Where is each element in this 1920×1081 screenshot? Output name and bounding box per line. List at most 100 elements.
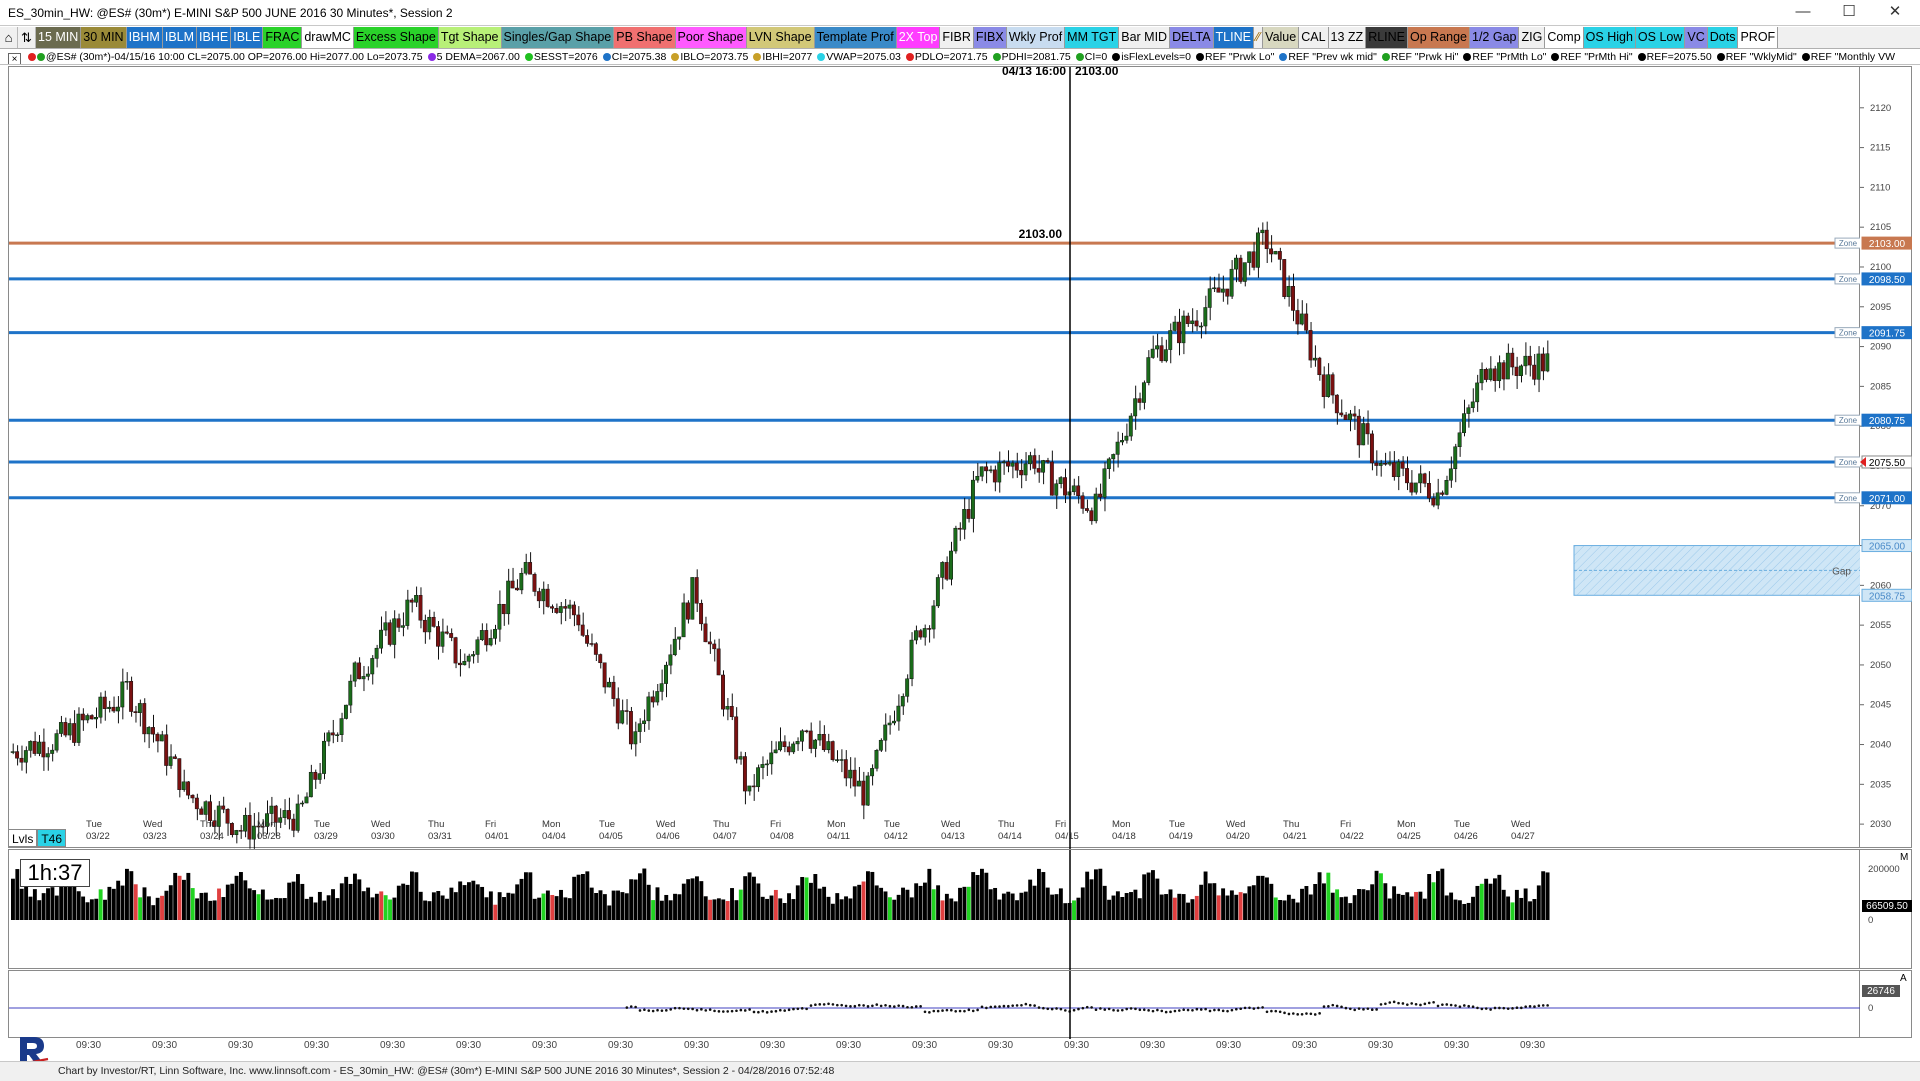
toolbar-button-15[interactable]: 2X Top (896, 27, 941, 48)
toolbar-button-24[interactable]: Value (1263, 27, 1300, 48)
toolbar-button-5[interactable]: IBLE (231, 27, 264, 48)
oscillator-dot (1103, 1008, 1107, 1011)
volume-bar (427, 901, 432, 920)
volume-bar (1251, 885, 1256, 920)
volume-bar (585, 871, 590, 920)
gap-zone (1573, 545, 1861, 596)
toolbar-button-2[interactable]: IBHM (126, 27, 163, 48)
volume-bar (1107, 899, 1112, 920)
crosshair-value-label: 2103.00 (1075, 67, 1119, 78)
oscillator-dot (1370, 1008, 1374, 1011)
oscillator-dot (1441, 1003, 1444, 1006)
volume-bar (1418, 891, 1423, 920)
close-button[interactable]: ✕ (1872, 0, 1918, 26)
toolbar-button-6[interactable]: FRAC (263, 27, 303, 48)
candle-body (1049, 461, 1054, 496)
lvls-button[interactable]: Lvls (8, 829, 38, 847)
candle-body (848, 769, 853, 779)
toolbar-button-34[interactable]: VC (1685, 27, 1708, 48)
oscillator-dot (1375, 1008, 1378, 1011)
volume-bar (348, 883, 353, 920)
candle-body (791, 743, 796, 753)
oscillator-panel[interactable] (8, 970, 1861, 1039)
candle-body (1321, 374, 1326, 397)
indicator-readout: REF "WklyMid" (1716, 51, 1797, 63)
toolbar-button-23[interactable]: ⁄⁄ (1253, 27, 1264, 48)
toolbar-button-32[interactable]: OS High (1583, 27, 1636, 48)
toolbar-button-33[interactable]: OS Low (1635, 27, 1686, 48)
toolbar-button-30[interactable]: ZIG (1519, 27, 1546, 48)
time-label: 09:30 (1368, 1040, 1394, 1051)
maximize-button[interactable]: ☐ (1826, 0, 1872, 26)
toolbar-button-26[interactable]: 13 ZZ (1328, 27, 1367, 48)
toolbar-button-9[interactable]: Tgt Shape (438, 27, 502, 48)
toolbar-button-14[interactable]: Template Prof (814, 27, 897, 48)
candle-body (1089, 510, 1094, 522)
volume-bar (1532, 899, 1537, 920)
candle-body (835, 759, 839, 761)
date-label-day: Wed (1511, 819, 1530, 830)
toolbar-button-11[interactable]: PB Shape (614, 27, 676, 48)
toolbar-button-35[interactable]: Dots (1707, 27, 1739, 48)
toolbar-button-29[interactable]: 1/2 Gap (1470, 27, 1520, 48)
toolbar-button-31[interactable]: Comp (1545, 27, 1584, 48)
toolbar-button-16[interactable]: FIBR (940, 27, 974, 48)
toolbar-button-36[interactable]: PROF (1738, 27, 1779, 48)
volume-bar (1400, 894, 1405, 920)
toolbar-button-8[interactable]: Excess Shape (353, 27, 439, 48)
price-panel[interactable]: Gap Zone Zone Zone Zone Zone Zone 04/13 16:00 21… (8, 66, 1861, 849)
close-info-icon[interactable]: × (8, 53, 21, 64)
t46-button[interactable]: T46 (37, 829, 67, 847)
toolbar-button-27[interactable]: RLINE (1366, 27, 1409, 48)
zone-tag-text: Zone (1839, 494, 1858, 503)
toolbar-button-21[interactable]: DELTA (1170, 27, 1214, 48)
toolbar-button-19[interactable]: MM TGT (1065, 27, 1120, 48)
oscillator-dot (1028, 1003, 1032, 1007)
price-chart[interactable]: Gap Zone Zone Zone Zone Zone Zone 04/13 16:00 21… (9, 67, 1861, 849)
minimize-button[interactable]: — (1780, 0, 1826, 26)
volume-bar (909, 897, 914, 920)
toolbar-button-3[interactable]: IBLM (162, 27, 198, 48)
candle-body (1312, 357, 1317, 361)
toolbar-button-25[interactable]: CAL (1299, 27, 1329, 48)
oscillator-dot (1305, 1012, 1308, 1015)
volume-bar (1427, 874, 1432, 920)
indicator-readout: REF "Prev wk mid" (1279, 51, 1377, 63)
volume-bar (1519, 897, 1524, 920)
volume-bar (467, 882, 471, 920)
toolbar-button-22[interactable]: TLINE (1213, 27, 1254, 48)
date-label-date: 04/07 (713, 831, 737, 842)
volume-bar (510, 893, 515, 920)
toolbar-button-17[interactable]: FIBX (973, 27, 1007, 48)
date-label-day: Tue (599, 819, 615, 830)
toolbar-button-12[interactable]: Poor Shape (675, 27, 747, 48)
date-label-day: Tue (314, 819, 330, 830)
toolbar-button-20[interactable]: Bar MID (1119, 27, 1171, 48)
chart-tool-icon[interactable]: ⇅ (18, 27, 36, 48)
volume-bar (980, 868, 984, 920)
home-icon[interactable]: ⌂ (0, 27, 18, 48)
price-axis[interactable]: 2030203520402045205020552060206520702075… (1860, 66, 1913, 848)
candle-body (151, 727, 155, 735)
toolbar-button-0[interactable]: 15 MIN (36, 27, 82, 48)
oscillator-dot (893, 1005, 896, 1008)
candle-body (1194, 320, 1199, 327)
toolbar-button-7[interactable]: drawMC (302, 27, 354, 48)
candle-body (199, 808, 204, 815)
volume-bar (405, 884, 410, 920)
volume-bar (1137, 898, 1142, 920)
toolbar-button-28[interactable]: Op Range (1408, 27, 1470, 48)
oscillator-dot (1541, 1004, 1545, 1007)
date-label-date: 03/22 (86, 831, 110, 842)
volume-bar (72, 882, 77, 920)
volume-bar (778, 898, 783, 920)
toolbar-button-18[interactable]: Wkly Prof (1006, 27, 1066, 48)
toolbar-button-1[interactable]: 30 MIN (81, 27, 127, 48)
time-label: 09:30 (836, 1040, 862, 1051)
volume-bar (940, 900, 945, 920)
volume-panel[interactable] (8, 849, 1860, 970)
toolbar-button-4[interactable]: IBHE (197, 27, 232, 48)
toolbar-button-10[interactable]: Singles/Gap Shape (501, 27, 615, 48)
toolbar-button-13[interactable]: LVN Shape (746, 27, 815, 48)
oscillator-dot (1432, 1000, 1435, 1004)
